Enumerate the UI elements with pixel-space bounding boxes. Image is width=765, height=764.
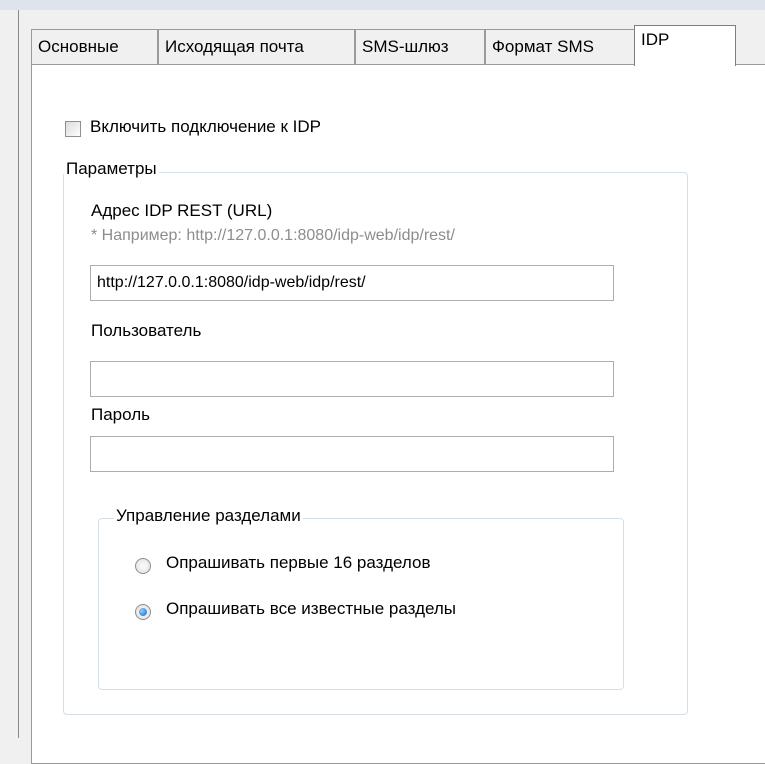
- sections-legend: Управление разделами: [114, 506, 303, 526]
- left-divider: [18, 10, 19, 738]
- user-input[interactable]: [90, 361, 614, 397]
- tab-sms-format[interactable]: Формат SMS: [485, 29, 635, 65]
- window-top-strip: [0, 0, 765, 10]
- tab-idp[interactable]: IDP: [634, 25, 736, 66]
- user-label: Пользователь: [91, 321, 202, 340]
- radio-first16[interactable]: [135, 558, 151, 574]
- password-label: Пароль: [91, 405, 150, 424]
- url-label: Адрес IDP REST (URL): [91, 201, 273, 220]
- tab-main[interactable]: Основные: [31, 29, 158, 65]
- tab-sms-gateway[interactable]: SMS-шлюз: [355, 29, 485, 65]
- radio-first16-label[interactable]: Опрашивать первые 16 разделов: [166, 553, 430, 573]
- radio-selected-dot: [139, 608, 147, 616]
- url-hint: * Например: http://127.0.0.1:8080/idp-we…: [91, 227, 455, 244]
- radio-all-known-label[interactable]: Опрашивать все известные разделы: [166, 599, 456, 619]
- parameters-legend: Параметры: [64, 159, 159, 179]
- radio-all-known[interactable]: [135, 604, 151, 620]
- tab-outgoing-mail[interactable]: Исходящая почта: [158, 29, 355, 65]
- enable-idp-label[interactable]: Включить подключение к IDP: [90, 117, 321, 137]
- enable-idp-checkbox[interactable]: [65, 121, 81, 137]
- url-input[interactable]: http://127.0.0.1:8080/idp-web/idp/rest/: [90, 265, 614, 301]
- password-input[interactable]: [90, 436, 614, 472]
